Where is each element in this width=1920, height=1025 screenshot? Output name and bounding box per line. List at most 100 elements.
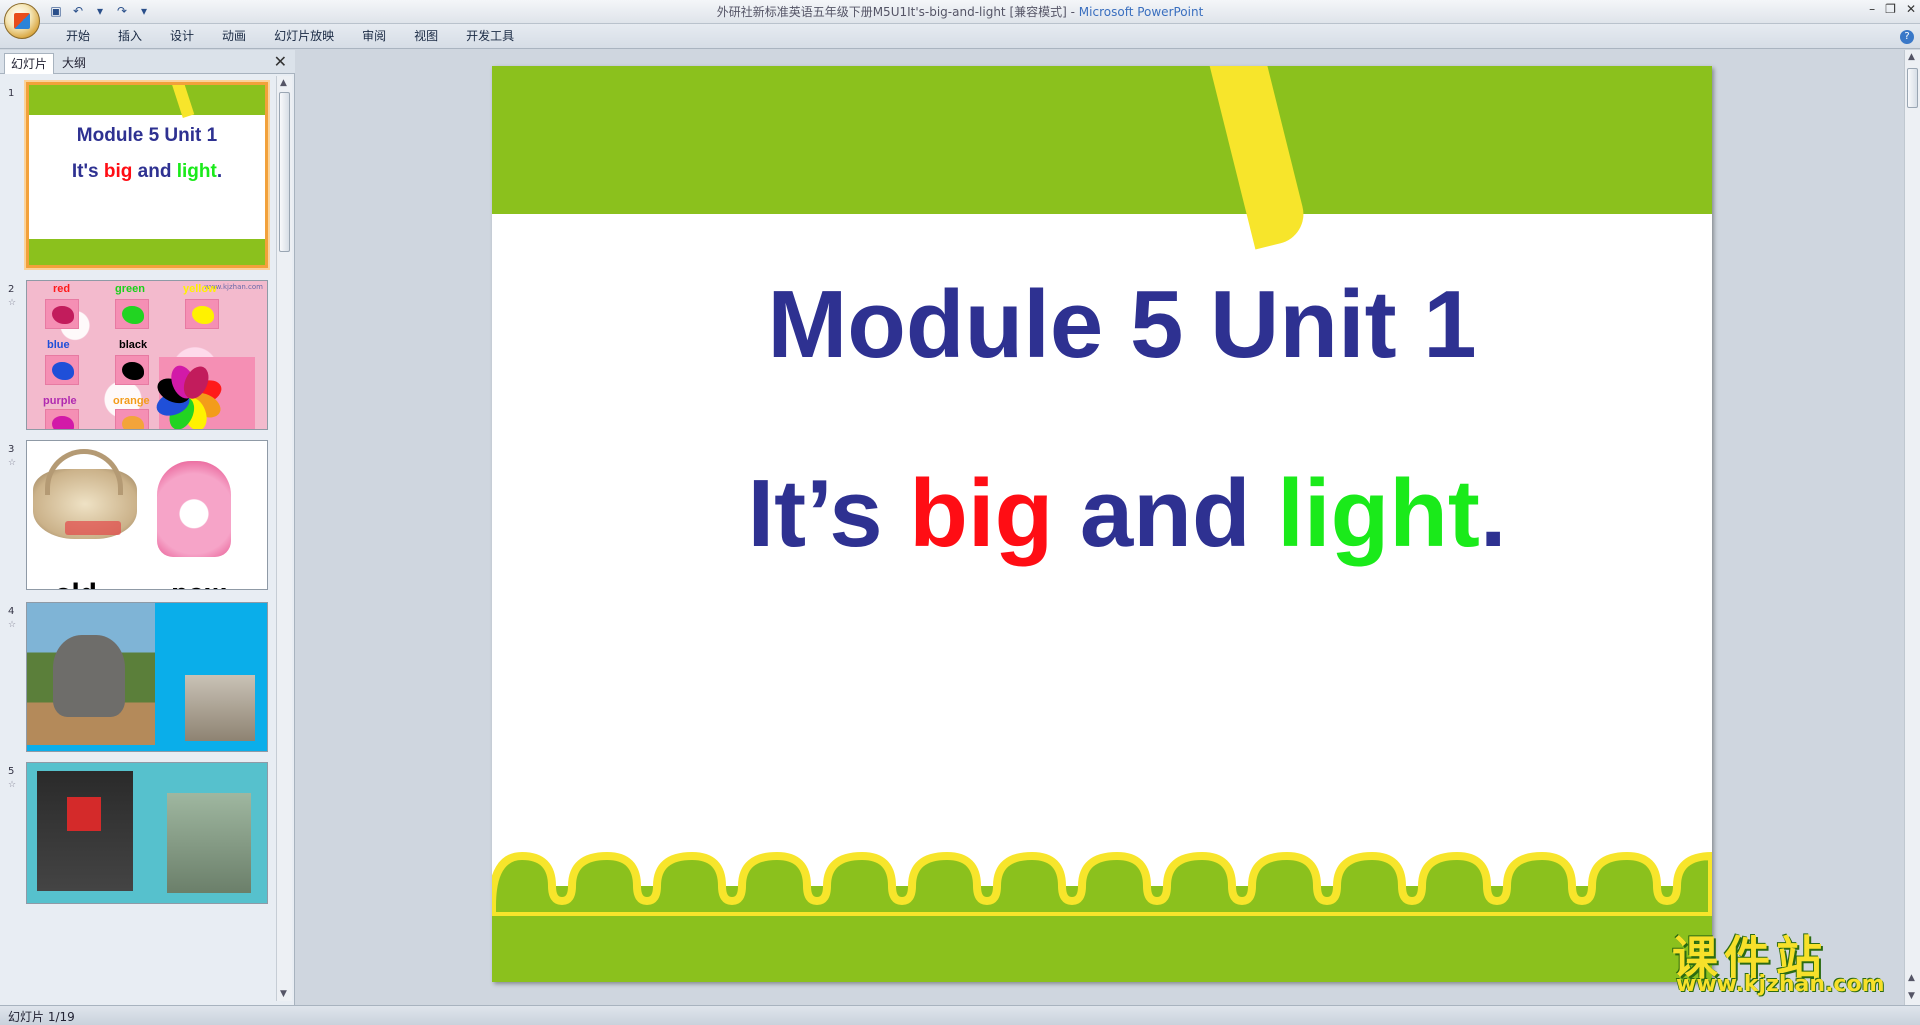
color-swatch [115, 409, 149, 429]
slide-number: 4 [8, 606, 15, 617]
color-wheel [153, 357, 255, 429]
slide-thumbnail-1[interactable]: Module 5 Unit 1 It's big and light. [26, 82, 268, 268]
tab-review[interactable]: 审阅 [348, 24, 400, 49]
slide-subtitle[interactable]: It’s big and light. [492, 459, 1712, 569]
slide-counter: 幻灯片 1/19 [8, 1010, 75, 1024]
scroll-thumb[interactable] [1907, 68, 1918, 108]
animation-star-icon: ☆ [8, 298, 17, 308]
scroll-down-icon[interactable]: ▼ [280, 989, 287, 999]
next-slide-icon[interactable]: ▼ [1908, 991, 1915, 1001]
prev-slide-icon[interactable]: ▲ [1908, 973, 1915, 983]
tab-insert[interactable]: 插入 [104, 24, 156, 49]
color-swatch [45, 355, 79, 385]
title-separator: - [1066, 5, 1079, 19]
word-label: new [171, 579, 227, 589]
subtitle-light: light [1277, 460, 1480, 567]
document-title: 外研社新标准英语五年级下册M5U1It's-big-and-light [兼容模… [716, 5, 1067, 19]
tab-outline[interactable]: 大纲 [56, 53, 92, 74]
scroll-thumb[interactable] [279, 92, 290, 252]
thumb-subtitle: It's big and light. [29, 161, 265, 183]
color-label: orange [113, 395, 150, 407]
slide-editing-area: Module 5 Unit 1 It’s big and light. [296, 50, 1904, 1005]
animation-star-icon: ☆ [8, 780, 17, 790]
word-label: old [55, 579, 97, 589]
app-name: Microsoft PowerPoint [1078, 5, 1204, 19]
color-label: yellow [183, 283, 217, 295]
slide-thumbnail-5[interactable] [26, 762, 268, 904]
scalloped-border [492, 851, 1712, 916]
ribbon-tabs: 开始 插入 设计 动画 幻灯片放映 审阅 视图 开发工具 [52, 24, 528, 49]
color-swatch [115, 299, 149, 329]
ribbon: 开始 插入 设计 动画 幻灯片放映 审阅 视图 开发工具 ? [0, 24, 1920, 49]
subtitle-part: It’s [747, 460, 910, 567]
color-swatch [115, 355, 149, 385]
scroll-up-icon[interactable]: ▲ [1908, 52, 1915, 62]
color-swatch [45, 299, 79, 329]
top-banner [492, 66, 1712, 214]
window-controls: – ❐ ✕ [1869, 2, 1916, 16]
color-swatch [45, 409, 79, 429]
vertical-scrollbar[interactable]: ▲ ▲ ▼ [1904, 50, 1920, 1005]
tab-slide-show[interactable]: 幻灯片放映 [260, 24, 348, 49]
restore-icon[interactable]: ❐ [1885, 2, 1896, 16]
slide-number: 5 [8, 766, 15, 777]
swatch-blob [52, 362, 74, 380]
tab-slides[interactable]: 幻灯片 [4, 53, 55, 74]
swatch-blob [122, 362, 144, 380]
color-swatch [185, 299, 219, 329]
color-label: black [119, 339, 148, 351]
bag-pattern [65, 521, 121, 535]
thumb-title: Module 5 Unit 1 [76, 125, 218, 146]
subtitle-part: . [1479, 460, 1507, 567]
help-icon[interactable]: ? [1900, 30, 1914, 44]
swatch-blob [52, 306, 74, 324]
tab-animations[interactable]: 动画 [208, 24, 260, 49]
thumb-bottom-banner [29, 239, 265, 265]
wave-path [492, 851, 1712, 916]
tab-developer[interactable]: 开发工具 [452, 24, 528, 49]
tab-home[interactable]: 开始 [52, 24, 104, 49]
word-label: small [169, 749, 241, 751]
subtitle-big: big [909, 460, 1054, 567]
swatch-blob [122, 416, 144, 429]
color-label: blue [47, 339, 70, 351]
tab-design[interactable]: 设计 [156, 24, 208, 49]
word-label: big [63, 749, 106, 751]
swatch-blob [192, 306, 214, 324]
slides-panel: 幻灯片 大纲 ✕ 1 Module 5 Unit 1 It's big and … [0, 50, 295, 1005]
elephant-shape [53, 635, 125, 717]
office-logo-icon [14, 13, 30, 29]
minimize-icon[interactable]: – [1869, 2, 1875, 16]
panel-tabs: 幻灯片 大纲 ✕ [0, 50, 295, 74]
color-label: purple [43, 395, 77, 407]
slide-number: 2 [8, 284, 15, 295]
bag-strap [45, 449, 123, 495]
status-bar: 幻灯片 1/19 [0, 1005, 1920, 1025]
slide-canvas[interactable]: Module 5 Unit 1 It’s big and light. [492, 66, 1712, 982]
slide-thumbnail-3[interactable]: old new [26, 440, 268, 590]
slide-thumbnail-4[interactable]: big small [26, 602, 268, 752]
scroll-up-icon[interactable]: ▲ [280, 78, 287, 88]
thumb-subtitle-big: big [103, 161, 133, 182]
window-title: 外研社新标准英语五年级下册M5U1It's-big-and-light [兼容模… [0, 0, 1920, 24]
person-photo [37, 771, 133, 891]
shirt-shape [67, 797, 101, 831]
office-button[interactable] [4, 3, 40, 39]
slide-thumbnail-2[interactable]: www.kjzhan.com red green yellow blue bla… [26, 280, 268, 430]
slide-title[interactable]: Module 5 Unit 1 [492, 270, 1712, 380]
thumb-banner [29, 85, 265, 115]
color-label: red [53, 283, 71, 295]
cat-photo [185, 675, 255, 741]
swatch-blob [52, 416, 74, 429]
subtitle-part: and [1053, 460, 1278, 567]
close-icon[interactable]: ✕ [1906, 2, 1916, 16]
thumb-subtitle-part: It's [71, 161, 104, 182]
new-bag-image [157, 461, 231, 557]
tab-view[interactable]: 视图 [400, 24, 452, 49]
animation-star-icon: ☆ [8, 620, 17, 630]
thumbnail-scrollbar[interactable]: ▲ ▼ [276, 76, 292, 1001]
person-photo [167, 793, 251, 893]
watermark-url: www.kjzhan.com [1676, 972, 1885, 997]
thumb-subtitle-part: and [132, 161, 177, 182]
close-panel-icon[interactable]: ✕ [274, 52, 287, 71]
